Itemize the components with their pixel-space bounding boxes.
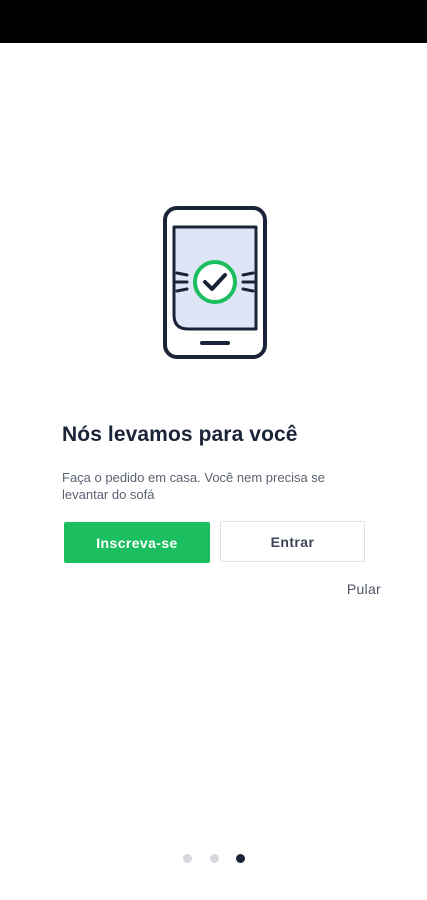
phone-check-icon <box>163 206 267 359</box>
status-bar <box>0 0 427 43</box>
page-dot-1[interactable] <box>183 854 192 863</box>
login-button[interactable]: Entrar <box>220 521 365 562</box>
onboarding-subtitle: Faça o pedido em casa. Você nem precisa … <box>62 470 326 502</box>
onboarding-screen: Nós levamos para você Faça o pedido em c… <box>0 43 427 900</box>
page-indicator <box>183 854 247 864</box>
page-dot-2[interactable] <box>210 854 219 863</box>
signup-button[interactable]: Inscreva-se <box>64 522 210 563</box>
page-dot-3[interactable] <box>236 854 245 863</box>
onboarding-title: Nós levamos para você <box>62 423 298 446</box>
skip-button[interactable]: Pular <box>347 581 381 597</box>
